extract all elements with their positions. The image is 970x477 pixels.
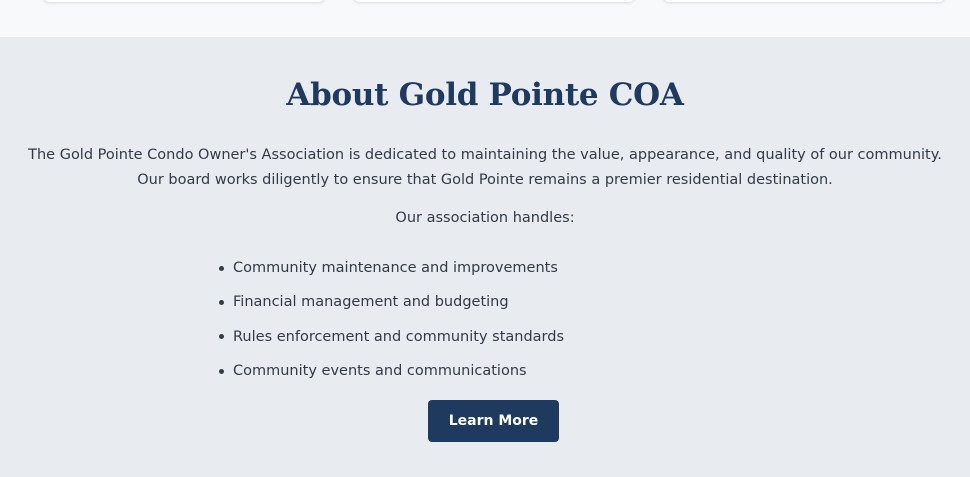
about-description-line: Our board works diligently to ensure tha… — [137, 172, 833, 188]
handles-label: Our association handles: — [395, 210, 575, 226]
list-item-text: Community events and communications — [233, 363, 527, 380]
list-item-text: Financial management and budgeting — [233, 294, 509, 311]
bullet-icon — [219, 334, 224, 340]
list-item: Community events and communications — [219, 354, 564, 388]
list-item: Community maintenance and improvements — [219, 251, 564, 285]
about-description-line: The Gold Pointe Condo Owner's Associatio… — [28, 147, 942, 163]
about-section: About Gold Pointe COA The Gold Pointe Co… — [0, 37, 970, 477]
list-item: Financial management and budgeting — [219, 285, 564, 319]
list-item: Rules enforcement and community standard… — [219, 320, 564, 354]
about-description: The Gold Pointe Condo Owner's Associatio… — [20, 143, 950, 193]
learn-more-button[interactable]: Learn More — [428, 400, 559, 442]
duties-list: Community maintenance and improvements F… — [219, 251, 564, 388]
about-title: About Gold Pointe COA — [286, 77, 684, 113]
list-item-text: Community maintenance and improvements — [233, 260, 558, 277]
feature-card-edge — [662, 0, 946, 2]
list-item-text: Rules enforcement and community standard… — [233, 328, 565, 345]
bullet-icon — [219, 265, 224, 271]
feature-card-edge — [42, 0, 326, 2]
previous-section-bottom — [0, 0, 970, 37]
bullet-icon — [219, 299, 224, 305]
feature-card-edge — [352, 0, 636, 2]
bullet-icon — [219, 368, 224, 374]
